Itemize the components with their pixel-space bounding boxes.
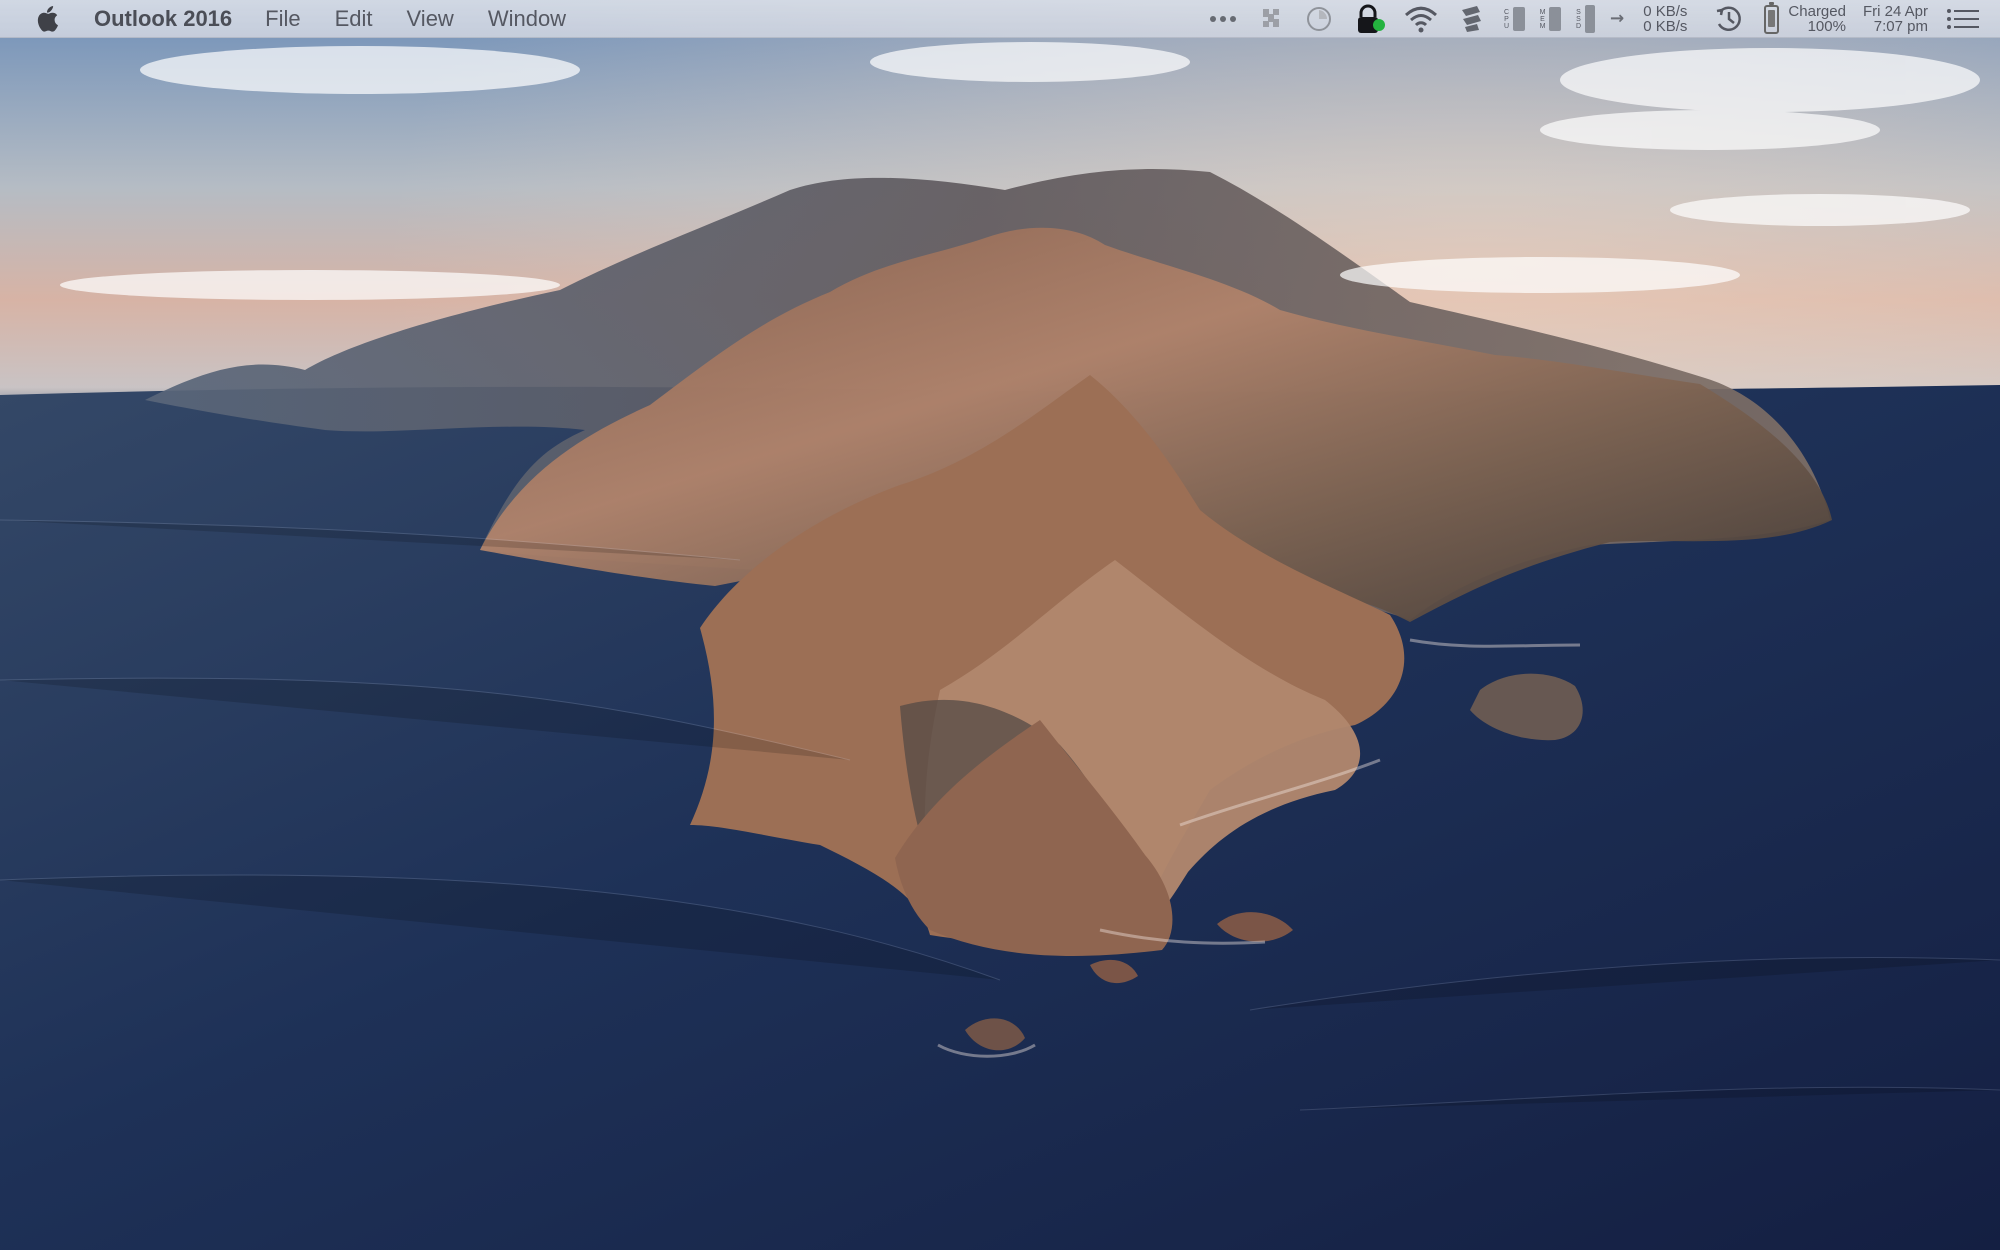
- menu-bar: Outlook 2016 File Edit View Window C P U…: [0, 0, 2000, 38]
- network-arrows-icon[interactable]: ↗: [1604, 7, 1629, 31]
- ssd-letter-s1: S: [1576, 8, 1581, 16]
- puzzle-icon[interactable]: [1257, 0, 1285, 38]
- green-status-dot: [1372, 19, 1385, 31]
- desktop: Outlook 2016 File Edit View Window C P U…: [0, 0, 2000, 1250]
- catalina-wallpaper: [0, 0, 2000, 1250]
- time-machine-icon[interactable]: [1714, 0, 1744, 38]
- cpu-label: C P U: [1503, 9, 1510, 30]
- notification-center-icon[interactable]: [1946, 0, 1980, 38]
- battery-status[interactable]: Charged 100%: [1764, 0, 1846, 38]
- ssd-label: S S D: [1575, 9, 1582, 30]
- wifi-icon[interactable]: [1403, 0, 1439, 38]
- menu-view[interactable]: View: [407, 0, 454, 38]
- menu-edit[interactable]: Edit: [335, 0, 373, 38]
- mem-letter-m2: M: [1539, 22, 1546, 30]
- network-speed[interactable]: 0 KB/s 0 KB/s: [1643, 0, 1687, 38]
- ssd-letter-s2: S: [1576, 15, 1581, 23]
- lock-icon[interactable]: [1353, 0, 1385, 38]
- mem-letter-m1: M: [1539, 8, 1546, 16]
- cpu-letter-u: U: [1503, 22, 1510, 30]
- network-download-speed: 0 KB/s: [1643, 18, 1688, 35]
- network-upload-speed: 0 KB/s: [1643, 3, 1688, 20]
- ssd-letter-d: D: [1575, 22, 1582, 30]
- time-label: 7:07 pm: [1873, 18, 1928, 35]
- ssd-meter[interactable]: [1584, 5, 1595, 33]
- battery-state: Charged: [1788, 3, 1846, 20]
- apple-logo-icon: [37, 5, 58, 32]
- date-time[interactable]: Fri 24 Apr 7:07 pm: [1863, 0, 1928, 38]
- memory-label: M E M: [1539, 9, 1546, 30]
- cpu-letter-p: P: [1504, 15, 1509, 23]
- battery-percent: 100%: [1807, 18, 1846, 35]
- menu-window[interactable]: Window: [488, 0, 566, 38]
- memory-meter[interactable]: [1548, 7, 1561, 31]
- menu-file[interactable]: File: [265, 0, 300, 38]
- cpu-meter[interactable]: [1512, 7, 1525, 31]
- mem-letter-e: E: [1540, 15, 1545, 23]
- menu-bar-left: Outlook 2016 File Edit View Window: [0, 0, 600, 38]
- grid-icon[interactable]: [1459, 0, 1483, 38]
- date-label: Fri 24 Apr: [1862, 3, 1928, 20]
- battery-text: Charged 100%: [1788, 0, 1846, 38]
- battery-icon: [1764, 1, 1780, 34]
- menu-app-name[interactable]: Outlook 2016: [94, 0, 232, 38]
- more-icon[interactable]: [1209, 0, 1237, 38]
- apple-icon[interactable]: [34, 5, 60, 32]
- cpu-letter-c: C: [1503, 8, 1510, 16]
- menu-bar-status-area: C P U M E M S S D ↗ 0 KB/s 0 KB/s Charge…: [1209, 0, 2000, 38]
- timer-icon[interactable]: [1305, 0, 1333, 38]
